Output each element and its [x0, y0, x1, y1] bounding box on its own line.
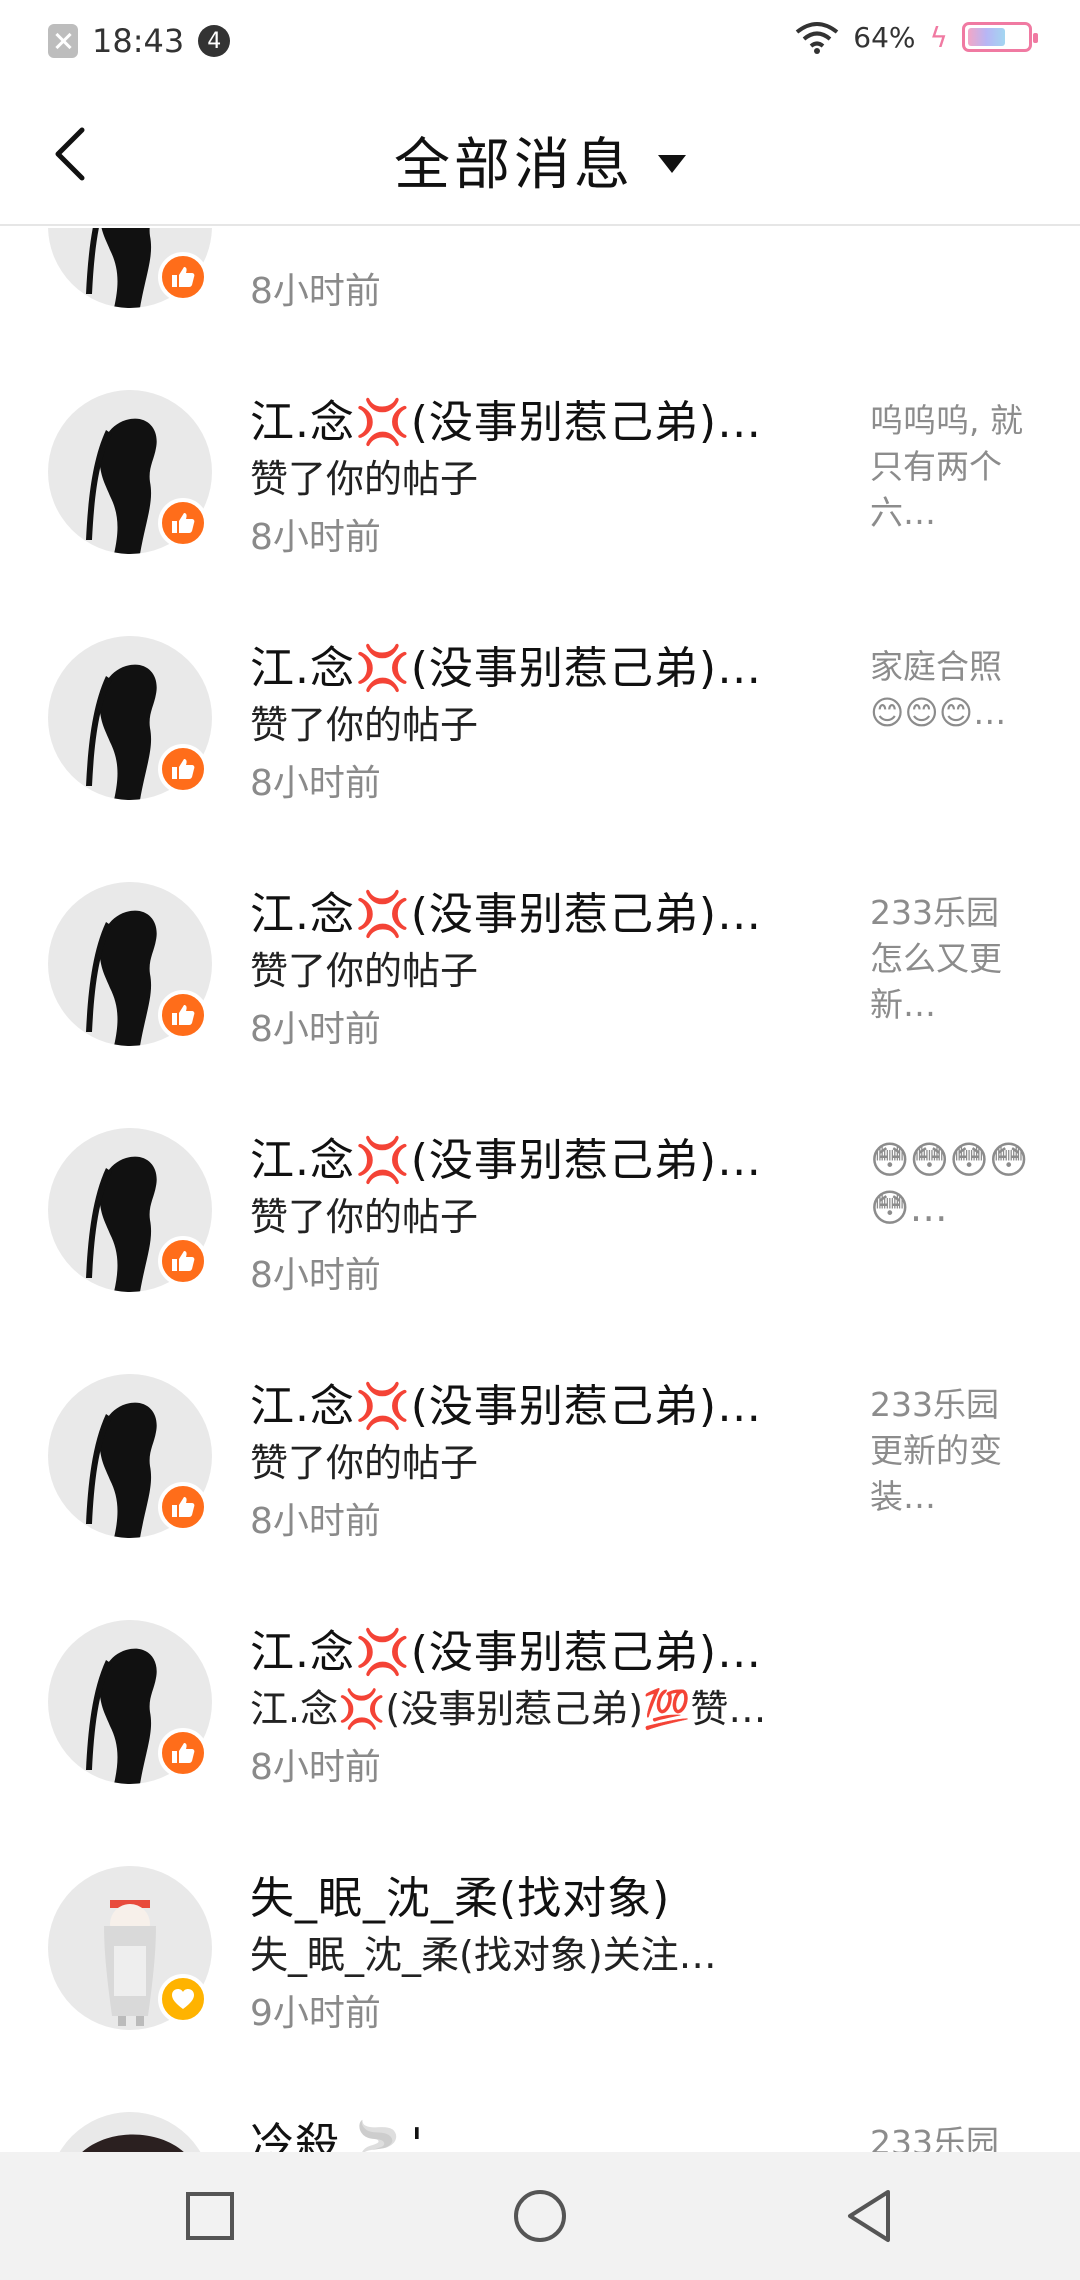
sender-name: 江.念💢(没事别惹己弟)… [250, 1135, 763, 1186]
app-header: 全部消息 [0, 80, 1080, 226]
battery-icon [962, 22, 1038, 52]
message-item[interactable]: 江.念💢(没事别惹己弟)… 赞了你的帖子 8小时前 233乐园更新的变装… [0, 1342, 1080, 1588]
post-preview: 呜呜呜, 就只有两个六… [870, 401, 1023, 532]
message-time: 8小时前 [250, 517, 381, 558]
message-item[interactable]: 江.念💢(没事别惹己弟)… 赞了你的帖子 8小时前 呜呜呜, 就只有两个六… [0, 358, 1080, 604]
message-time: 8小时前 [250, 763, 381, 804]
notification-count-badge: 4 [198, 25, 231, 57]
message-item[interactable]: 8小时前😏… [0, 228, 1080, 358]
thumbs-up-badge-icon [158, 1482, 208, 1532]
message-item[interactable]: 江.念💢(没事别惹己弟)… 赞了你的帖子 8小时前 233乐园怎么又更新… [0, 850, 1080, 1096]
message-item[interactable]: 失_眠_沈_柔(找对象) 失_眠_沈_柔(找对象)关注… 9小时前 [0, 1834, 1080, 2080]
sender-name: 江.念💢(没事别惹己弟)… [250, 1627, 763, 1678]
post-preview: 233乐园 [870, 2123, 999, 2152]
sender-name: 江.念💢(没事别惹己弟)… [250, 397, 763, 448]
square-icon[interactable] [180, 2186, 240, 2246]
status-time: 18:43 [92, 22, 185, 60]
thumbs-up-badge-icon [158, 1728, 208, 1778]
message-item[interactable]: 江.念💢(没事别惹己弟)… 赞了你的帖子 8小时前 家庭合照😊😊😊… [0, 604, 1080, 850]
status-left: 18:43 4 [48, 22, 231, 60]
message-item[interactable]: 江.念💢(没事别惹己弟)… 赞了你的帖子 8小时前 😳😳😳😳😳… [0, 1096, 1080, 1342]
message-time: 8小时前 [250, 271, 381, 312]
message-item[interactable]: 冷殺.🚬' 233乐园 [0, 2080, 1080, 2152]
thumbs-up-badge-icon [158, 498, 208, 548]
message-action: 失_眠_沈_柔(找对象)关注… [250, 1933, 717, 1977]
message-list[interactable]: 8小时前😏…江.念💢(没事别惹己弟)…赞了你的帖子8小时前呜呜呜, 就只有两个六… [0, 228, 1080, 2152]
status-bar: 18:43 4 64% ϟ [0, 0, 1080, 80]
message-time: 8小时前 [250, 1747, 381, 1788]
thumbs-up-badge-icon [158, 1236, 208, 1286]
thumbs-up-badge-icon [158, 744, 208, 794]
circle-icon[interactable] [510, 2186, 570, 2246]
message-action: 江.念💢(没事别惹己弟)💯赞… [250, 1687, 767, 1731]
post-preview: 家庭合照😊😊😊… [870, 647, 1007, 732]
sender-name: 失_眠_沈_柔(找对象) [250, 1873, 671, 1924]
avatar[interactable] [48, 2112, 212, 2152]
message-time: 8小时前 [250, 1501, 381, 1542]
message-time: 9小时前 [250, 1993, 381, 2034]
post-preview: 😳😳😳😳😳… [870, 1138, 1029, 1230]
sender-name: 冷殺.🚬' [250, 2119, 424, 2152]
notifications-screen: 18:43 4 64% ϟ 全部消息 8小时前😏…江.念💢(没事别 [0, 0, 1080, 2280]
message-action: 赞了你的帖子 [250, 457, 479, 501]
message-action: 赞了你的帖子 [250, 949, 479, 993]
heart-badge-icon [158, 1974, 208, 2024]
sender-name: 江.念💢(没事别惹己弟)… [250, 643, 763, 694]
sender-name: 江.念💢(没事别惹己弟)… [250, 889, 763, 940]
sender-name: 江.念💢(没事别惹己弟)… [250, 1381, 763, 1432]
battery-level-fill [968, 28, 1006, 46]
triangle-back-icon[interactable] [840, 2186, 900, 2246]
message-time: 8小时前 [250, 1009, 381, 1050]
thumbs-up-badge-icon [158, 990, 208, 1040]
thumbs-up-badge-icon [158, 252, 208, 302]
wifi-icon [796, 22, 839, 54]
page-title: 全部消息 [394, 133, 634, 198]
title-dropdown[interactable]: 全部消息 [0, 120, 1080, 201]
message-action: 赞了你的帖子 [250, 1441, 479, 1485]
message-time: 8小时前 [250, 1255, 381, 1296]
status-right: 64% ϟ [795, 20, 1038, 54]
post-preview: 233乐园更新的变装… [870, 1385, 1002, 1516]
message-action: 赞了你的帖子 [250, 1195, 479, 1239]
battery-percent: 64% [853, 20, 916, 54]
post-preview: 233乐园怎么又更新… [870, 893, 1002, 1024]
message-item[interactable]: 江.念💢(没事别惹己弟)… 江.念💢(没事别惹己弟)💯赞… 8小时前 [0, 1588, 1080, 1834]
charging-icon: ϟ [929, 20, 948, 54]
navigation-bar [0, 2152, 1080, 2280]
notification-blocked-icon [48, 24, 78, 58]
message-action: 赞了你的帖子 [250, 703, 479, 747]
triangle-down-icon [658, 154, 686, 173]
